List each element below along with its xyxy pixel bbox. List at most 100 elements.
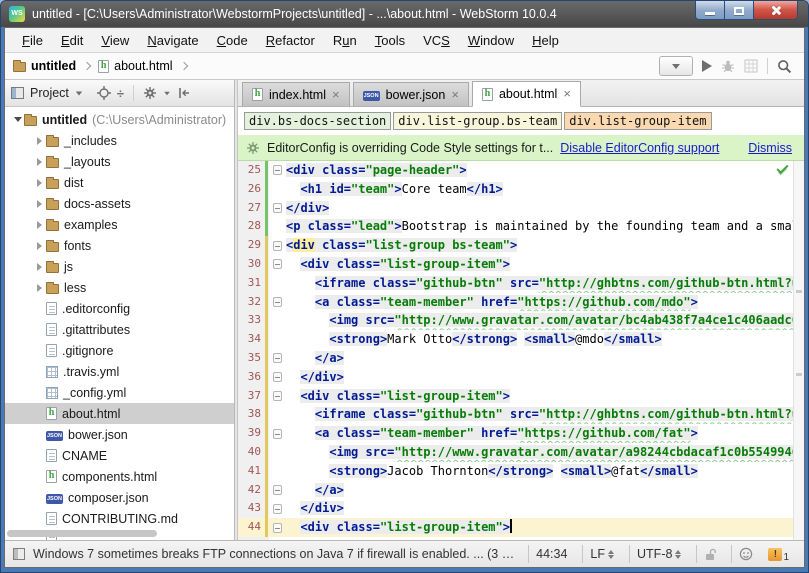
menu-code[interactable]: Code (208, 30, 257, 51)
line-ending-widget[interactable]: LF (582, 545, 621, 563)
tree-item-untitled[interactable]: untitled(C:\Users\Administrator) (5, 109, 234, 130)
fold-end-icon[interactable] (273, 485, 282, 495)
menu-refactor[interactable]: Refactor (257, 30, 324, 51)
debug-button[interactable] (721, 59, 735, 73)
disable-editorconfig-link[interactable]: Disable EditorConfig support (560, 141, 719, 155)
hide-panel-button[interactable] (177, 86, 191, 100)
fold-toggle[interactable] (268, 161, 286, 180)
breadcrumb-tag[interactable]: div.list-group-item (564, 112, 711, 130)
tree-item-fonts[interactable]: fonts (5, 235, 234, 256)
fold-toggle[interactable] (268, 481, 286, 500)
project-horizontal-scrollbar[interactable] (7, 530, 232, 538)
event-log-widget[interactable]: ! 1 (768, 545, 796, 563)
code-line-32[interactable]: 32<a class="team-member" href="https://g… (238, 293, 804, 312)
tree-item-.editorconfig[interactable]: .editorconfig (5, 298, 234, 319)
tree-closed-arrow-icon[interactable] (33, 263, 46, 271)
code-line-27[interactable]: 27</div> (238, 199, 804, 218)
fold-toggle[interactable] (268, 236, 286, 255)
dismiss-link[interactable]: Dismiss (748, 141, 792, 155)
tree-item-less[interactable]: less (5, 277, 234, 298)
fold-toggle[interactable] (268, 349, 286, 368)
minimize-button[interactable] (696, 1, 725, 20)
run-configuration-select[interactable] (659, 56, 693, 76)
tree-item-_config.yml[interactable]: _config.yml (5, 382, 234, 403)
tree-item-about.html[interactable]: about.html (5, 403, 234, 424)
coverage-button[interactable] (744, 59, 758, 73)
collapse-all-button[interactable]: ÷ (117, 86, 124, 101)
fold-toggle[interactable] (268, 518, 286, 537)
fold-end-icon[interactable] (273, 353, 282, 363)
tree-item-.gitattributes[interactable]: .gitattributes (5, 319, 234, 340)
tree-closed-arrow-icon[interactable] (33, 284, 46, 292)
tree-item-docs-assets[interactable]: docs-assets (5, 193, 234, 214)
tree-item-js[interactable]: js (5, 256, 234, 277)
menu-vcs[interactable]: VCS (414, 30, 459, 51)
code-line-25[interactable]: 25<div class="page-header"> (238, 161, 804, 180)
code-line-44[interactable]: 44<div class="list-group-item"> (238, 518, 804, 537)
status-message[interactable]: Windows 7 sometimes breaks FTP connectio… (33, 547, 520, 561)
run-button[interactable] (702, 60, 712, 72)
code-line-38[interactable]: 38<iframe class="github-btn" src="http:/… (238, 405, 804, 424)
breadcrumb-tag[interactable]: div.list-group.bs-team (393, 112, 562, 130)
code-line-35[interactable]: 35</a> (238, 349, 804, 368)
scrollbar-thumb[interactable] (7, 530, 157, 537)
fold-toggle[interactable] (268, 368, 286, 387)
tree-item-components.html[interactable]: components.html (5, 466, 234, 487)
code-line-26[interactable]: 26<h1 id="team">Core team</h1> (238, 180, 804, 199)
tree-item-_layouts[interactable]: _layouts (5, 151, 234, 172)
fold-toggle[interactable] (268, 293, 286, 312)
fold-start-icon[interactable] (273, 241, 282, 251)
tree-closed-arrow-icon[interactable] (33, 137, 46, 145)
tree-item-composer.json[interactable]: composer.json (5, 487, 234, 508)
fold-start-icon[interactable] (273, 259, 282, 269)
tab-bower.json[interactable]: bower.json× (353, 82, 469, 107)
caret-position-widget[interactable]: 44:34 (528, 545, 574, 563)
tab-index.html[interactable]: index.html× (242, 82, 350, 107)
tree-closed-arrow-icon[interactable] (33, 242, 46, 250)
close-button[interactable] (754, 1, 797, 20)
tree-closed-arrow-icon[interactable] (33, 221, 46, 229)
tab-close-icon[interactable]: × (332, 90, 340, 100)
code-line-41[interactable]: 41<strong>Jacob Thornton</strong> <small… (238, 462, 804, 481)
tree-open-arrow-icon[interactable] (11, 117, 24, 122)
tree-item-CONTRIBUTING.md[interactable]: CONTRIBUTING.md (5, 508, 234, 529)
code-line-29[interactable]: 29<div class="list-group bs-team"> (238, 236, 804, 255)
encoding-widget[interactable]: UTF-8 (629, 545, 688, 563)
menu-file[interactable]: File (13, 30, 52, 51)
fold-toggle[interactable] (268, 499, 286, 518)
tree-item-_includes[interactable]: _includes (5, 130, 234, 151)
fold-end-icon[interactable] (273, 504, 282, 514)
menu-help[interactable]: Help (523, 30, 568, 51)
tree-closed-arrow-icon[interactable] (33, 200, 46, 208)
code-line-33[interactable]: 33<img src="http://www.gravatar.com/avat… (238, 311, 804, 330)
code-editor[interactable]: 25<div class="page-header">26<h1 id="tea… (238, 161, 804, 540)
editor-scrollbar[interactable] (793, 161, 804, 540)
tree-item-.gitignore[interactable]: .gitignore (5, 340, 234, 361)
nav-crumb-file[interactable]: about.html (98, 59, 172, 73)
toolwindow-toggle-icon[interactable] (13, 548, 25, 560)
tree-item-bower.json[interactable]: bower.json (5, 424, 234, 445)
fold-end-icon[interactable] (273, 372, 282, 382)
menu-view[interactable]: View (92, 30, 138, 51)
fold-start-icon[interactable] (273, 297, 282, 307)
fold-toggle[interactable] (268, 387, 286, 406)
tree-closed-arrow-icon[interactable] (33, 179, 46, 187)
tree-item-.travis.yml[interactable]: .travis.yml (5, 361, 234, 382)
code-line-28[interactable]: 28<p class="lead">Bootstrap is maintaine… (238, 217, 804, 236)
code-line-30[interactable]: 30<div class="list-group-item"> (238, 255, 804, 274)
menu-run[interactable]: Run (324, 30, 366, 51)
maximize-button[interactable] (725, 1, 754, 20)
code-line-37[interactable]: 37<div class="list-group-item"> (238, 387, 804, 406)
menu-edit[interactable]: Edit (52, 30, 92, 51)
menu-window[interactable]: Window (459, 30, 523, 51)
tab-close-icon[interactable]: × (451, 90, 459, 100)
code-line-31[interactable]: 31<iframe class="github-btn" src="http:/… (238, 274, 804, 293)
fold-start-icon[interactable] (273, 523, 282, 533)
fold-start-icon[interactable] (273, 429, 282, 439)
chevron-down-icon[interactable] (76, 91, 82, 95)
code-line-34[interactable]: 34<strong>Mark Otto</strong> <small>@mdo… (238, 330, 804, 349)
tab-about.html[interactable]: about.html× (472, 81, 581, 107)
menu-tools[interactable]: Tools (366, 30, 414, 51)
code-line-43[interactable]: 43</div> (238, 499, 804, 518)
fold-start-icon[interactable] (273, 165, 282, 175)
